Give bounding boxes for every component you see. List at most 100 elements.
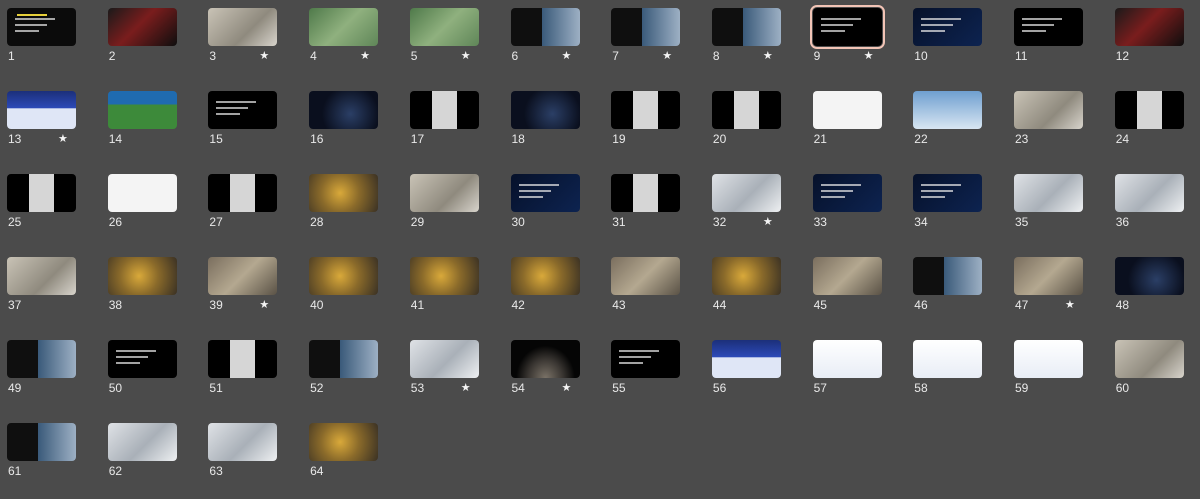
slide-item[interactable]: 37 — [0, 249, 100, 333]
slide-thumbnail[interactable] — [7, 174, 76, 212]
slide-thumbnail[interactable] — [7, 423, 76, 461]
slide-thumbnail[interactable] — [107, 174, 177, 212]
slide-thumbnail[interactable] — [409, 257, 479, 295]
slide-item[interactable]: 59 — [1007, 332, 1107, 416]
slide-thumbnail[interactable] — [510, 340, 580, 378]
slide-thumbnail[interactable] — [309, 257, 379, 295]
slide-item[interactable]: 19 — [604, 83, 704, 167]
slide-thumbnail[interactable] — [1114, 257, 1184, 295]
slide-thumbnail[interactable] — [1014, 8, 1083, 46]
slide-item[interactable]: 23 — [1007, 83, 1107, 167]
slide-item[interactable]: 5 ★ — [403, 0, 503, 84]
slide-thumbnail[interactable] — [309, 340, 379, 378]
slide-thumbnail[interactable] — [107, 91, 177, 129]
slide-item[interactable]: 64 — [302, 415, 402, 499]
slide-item[interactable]: 41 — [403, 249, 503, 333]
slide-item[interactable]: 26 — [101, 166, 201, 250]
slide-item[interactable]: 39 ★ — [201, 249, 301, 333]
slide-item[interactable]: 36 — [1108, 166, 1200, 250]
slide-item[interactable]: 21 — [806, 83, 906, 167]
slide-item[interactable]: 2 — [101, 0, 201, 84]
slide-item[interactable]: 20 — [705, 83, 805, 167]
slide-thumbnail[interactable] — [107, 423, 177, 461]
slide-item[interactable]: 63 — [201, 415, 301, 499]
slide-thumbnail[interactable] — [510, 91, 580, 129]
slide-thumbnail[interactable] — [913, 174, 983, 212]
slide-thumbnail[interactable] — [1014, 174, 1083, 212]
slide-thumbnail[interactable] — [208, 423, 278, 461]
slide-item[interactable]: 51 — [201, 332, 301, 416]
slide-thumbnail[interactable] — [1014, 257, 1083, 295]
slide-thumbnail[interactable] — [913, 91, 983, 129]
slide-item[interactable]: 45 — [806, 249, 906, 333]
slide-thumbnail[interactable] — [208, 91, 278, 129]
slide-item[interactable]: 12 — [1108, 0, 1200, 84]
slide-item[interactable]: 60 — [1108, 332, 1200, 416]
slide-item[interactable]: 48 — [1108, 249, 1200, 333]
slide-item[interactable]: 62 — [101, 415, 201, 499]
slide-item[interactable]: 40 — [302, 249, 402, 333]
slide-thumbnail[interactable] — [812, 91, 882, 129]
slide-item[interactable]: 17 — [403, 83, 503, 167]
slide-thumbnail[interactable] — [711, 340, 781, 378]
slide-item[interactable]: 15 — [201, 83, 301, 167]
slide-item[interactable]: 14 — [101, 83, 201, 167]
slide-thumbnail[interactable] — [208, 257, 278, 295]
slide-thumbnail[interactable] — [711, 174, 781, 212]
slide-thumbnail[interactable] — [611, 8, 681, 46]
slide-thumbnail[interactable] — [1114, 8, 1184, 46]
slide-item[interactable]: 32 ★ — [705, 166, 805, 250]
slide-item[interactable]: 38 — [101, 249, 201, 333]
slide-thumbnail[interactable] — [913, 257, 983, 295]
slide-item[interactable]: 31 — [604, 166, 704, 250]
slide-thumbnail[interactable] — [1114, 91, 1184, 129]
slide-item[interactable]: 10 — [906, 0, 1006, 84]
slide-thumbnail[interactable] — [409, 8, 479, 46]
slide-thumbnail[interactable] — [309, 91, 379, 129]
slide-item[interactable]: 49 — [0, 332, 100, 416]
slide-item[interactable]: 11 — [1007, 0, 1107, 84]
slide-thumbnail[interactable] — [309, 8, 379, 46]
slide-item[interactable]: 16 — [302, 83, 402, 167]
slide-item[interactable]: 57 — [806, 332, 906, 416]
slide-thumbnail[interactable] — [7, 8, 76, 46]
slide-thumbnail[interactable] — [611, 91, 681, 129]
slide-thumbnail[interactable] — [812, 257, 882, 295]
slide-item[interactable]: 27 — [201, 166, 301, 250]
slide-item[interactable]: 46 — [906, 249, 1006, 333]
slide-item[interactable]: 9 ★ — [806, 0, 906, 84]
slide-thumbnail[interactable] — [309, 423, 379, 461]
slide-thumbnail[interactable] — [107, 340, 177, 378]
slide-item[interactable]: 7 ★ — [604, 0, 704, 84]
slide-thumbnail[interactable] — [510, 174, 580, 212]
slide-item[interactable]: 55 — [604, 332, 704, 416]
slide-item[interactable]: 22 — [906, 83, 1006, 167]
slide-item[interactable]: 34 — [906, 166, 1006, 250]
slide-thumbnail[interactable] — [7, 257, 76, 295]
slide-thumbnail[interactable] — [7, 340, 76, 378]
slide-thumbnail[interactable] — [1014, 91, 1083, 129]
slide-thumbnail[interactable] — [510, 257, 580, 295]
slide-thumbnail[interactable] — [812, 340, 882, 378]
slide-item[interactable]: 50 — [101, 332, 201, 416]
slide-item[interactable]: 6 ★ — [504, 0, 604, 84]
slide-item[interactable]: 44 — [705, 249, 805, 333]
slide-thumbnail[interactable] — [208, 8, 278, 46]
slide-item[interactable]: 56 — [705, 332, 805, 416]
slide-item[interactable]: 43 — [604, 249, 704, 333]
slide-thumbnail[interactable] — [913, 340, 983, 378]
slide-item[interactable]: 28 — [302, 166, 402, 250]
slide-thumbnail[interactable] — [409, 340, 479, 378]
slide-item[interactable]: 30 — [504, 166, 604, 250]
slide-item[interactable]: 1 — [0, 0, 100, 84]
slide-item[interactable]: 52 — [302, 332, 402, 416]
slide-thumbnail[interactable] — [1014, 340, 1083, 378]
slide-item[interactable]: 13 ★ — [0, 83, 100, 167]
slide-item[interactable]: 47 ★ — [1007, 249, 1107, 333]
slide-thumbnail[interactable] — [611, 174, 681, 212]
slide-thumbnail[interactable] — [409, 174, 479, 212]
slide-item[interactable]: 61 — [0, 415, 100, 499]
slide-thumbnail[interactable] — [510, 8, 580, 46]
slide-item[interactable]: 3 ★ — [201, 0, 301, 84]
slide-thumbnail[interactable] — [1114, 340, 1184, 378]
